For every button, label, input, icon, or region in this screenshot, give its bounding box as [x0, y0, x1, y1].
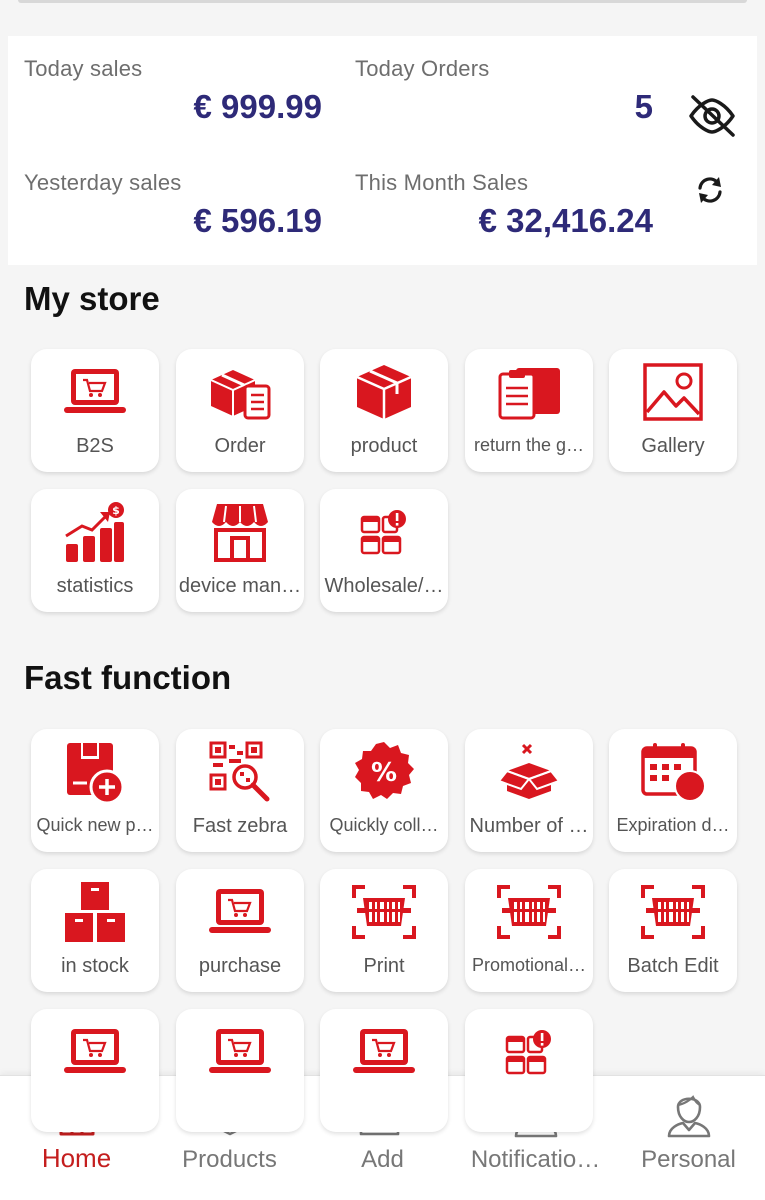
fast-function-tile-quick-new-p[interactable]: Quick new p… [31, 729, 159, 852]
fast-function-tile-laptop-cart-icon[interactable] [176, 1009, 304, 1132]
fast-function-tile-wholesale-boxes-icon[interactable] [465, 1009, 593, 1132]
refresh-icon [698, 177, 722, 203]
nav-label: Personal [641, 1146, 736, 1173]
laptop-cart-icon [176, 879, 304, 945]
qr-scan-icon [176, 739, 304, 805]
nav-label: Notificatio… [470, 1146, 601, 1173]
tile-label: return the g… [473, 435, 585, 455]
fast-function-tile-laptop-cart-icon[interactable] [320, 1009, 448, 1132]
laptop-cart-icon [320, 1019, 448, 1085]
tile-label: B2S [76, 435, 114, 457]
tile-label: Wholesale/… [324, 575, 444, 597]
tile-label: Quick new p… [36, 815, 154, 835]
user-icon [612, 1088, 765, 1140]
store-front-icon [176, 499, 304, 565]
fast-function-tile-print[interactable]: Print [320, 869, 448, 992]
yesterday-sales-label-text: Yesterday sales [24, 170, 182, 195]
fast-function-tile-in-stock[interactable]: in stock [31, 869, 159, 992]
tile-label: Fast zebra [192, 815, 288, 837]
my-store-tile-b2s[interactable]: B2S [31, 349, 159, 472]
barcode-scan-icon [609, 879, 737, 945]
month-sales-label: This Month Sales [355, 170, 528, 196]
nav-label: Products [182, 1146, 277, 1173]
my-store-tile-product[interactable]: product [320, 349, 448, 472]
svg-text:$: $ [112, 504, 120, 517]
product-box-icon [320, 359, 448, 425]
tile-label: product [350, 435, 418, 457]
tile-label: in stock [61, 955, 129, 977]
return-clipboard-icon [465, 359, 593, 425]
tile-label: Promotional… [471, 955, 587, 975]
nav-label: Home [41, 1143, 112, 1173]
tile-label: Gallery [641, 435, 705, 457]
fast-function-tile-purchase[interactable]: purchase [176, 869, 304, 992]
my-store-tile-wholesale[interactable]: Wholesale/… [320, 489, 448, 612]
fast-function-tile-batch-edit[interactable]: Batch Edit [609, 869, 737, 992]
tile-label: statistics [56, 575, 134, 597]
tile-label: Number of … [469, 815, 589, 837]
fast-function-tile-expiration-d[interactable]: Expiration d… [609, 729, 737, 852]
today-sales-label-text: Today sales [24, 56, 143, 81]
quick-new-product-icon [31, 739, 159, 805]
fast-function-tile-number-of[interactable]: Number of … [465, 729, 593, 852]
top-strip [18, 0, 747, 3]
fast-function-tile-laptop-cart-icon[interactable] [31, 1009, 159, 1132]
wholesale-boxes-icon [320, 499, 448, 565]
my-store-tile-device-man[interactable]: device man… [176, 489, 304, 612]
gallery-image-icon [609, 359, 737, 425]
laptop-cart-icon [31, 359, 159, 425]
my-store-tile-gallery[interactable]: Gallery [609, 349, 737, 472]
order-boxes-icon [176, 359, 304, 425]
statistics-chart-icon: $ [31, 499, 159, 565]
fast-function-tile-quickly-coll[interactable]: % Quickly coll… [320, 729, 448, 852]
month-sales-label-text: This Month Sales [355, 170, 529, 195]
refresh-button[interactable] [690, 170, 730, 210]
laptop-cart-icon [176, 1019, 304, 1085]
tile-label: Batch Edit [627, 955, 719, 977]
tile-label: Expiration d… [616, 815, 730, 835]
month-sales-value: € 32,416.24 [478, 202, 653, 239]
my-store-tile-order[interactable]: Order [176, 349, 304, 472]
my-store-title: My store [24, 280, 160, 317]
fast-function-tile-promotional[interactable]: Promotional… [465, 869, 593, 992]
tile-label: purchase [198, 955, 282, 977]
percent-badge-icon: % [320, 739, 448, 805]
today-orders-value: 5 [634, 88, 653, 125]
tile-label: Order [214, 435, 266, 457]
yesterday-sales-value: € 596.19 [193, 202, 322, 239]
eye-off-icon [689, 95, 735, 137]
today-sales-label: Today sales [24, 56, 142, 82]
tile-label: device man… [178, 575, 302, 597]
today-orders-label: Today Orders [355, 56, 489, 82]
open-box-icon [465, 739, 593, 805]
barcode-scan-icon [465, 879, 593, 945]
wholesale-boxes-icon [465, 1019, 593, 1085]
tile-label: Print [363, 955, 405, 977]
nav-label: Add [361, 1146, 404, 1173]
laptop-cart-icon [31, 1019, 159, 1085]
today-sales-value: € 999.99 [193, 88, 322, 125]
yesterday-sales-label: Yesterday sales [24, 170, 182, 196]
my-store-tile-statistics[interactable]: $ statistics [31, 489, 159, 612]
fast-function-tile-fast-zebra[interactable]: Fast zebra [176, 729, 304, 852]
my-store-tile-return-the-g[interactable]: return the g… [465, 349, 593, 472]
stats-card: Today sales € 999.99 Today Orders 5 Yest… [8, 36, 757, 265]
hide-values-button[interactable] [684, 92, 740, 140]
barcode-scan-icon [320, 879, 448, 945]
today-orders-label-text: Today Orders [355, 56, 490, 81]
fast-function-title: Fast function [24, 659, 232, 696]
nav-item-personal[interactable]: Personal [612, 1076, 765, 1200]
stacked-boxes-icon [31, 879, 159, 945]
tile-label: Quickly coll… [329, 815, 439, 835]
calendar-icon [609, 739, 737, 805]
svg-text:%: % [371, 758, 397, 788]
